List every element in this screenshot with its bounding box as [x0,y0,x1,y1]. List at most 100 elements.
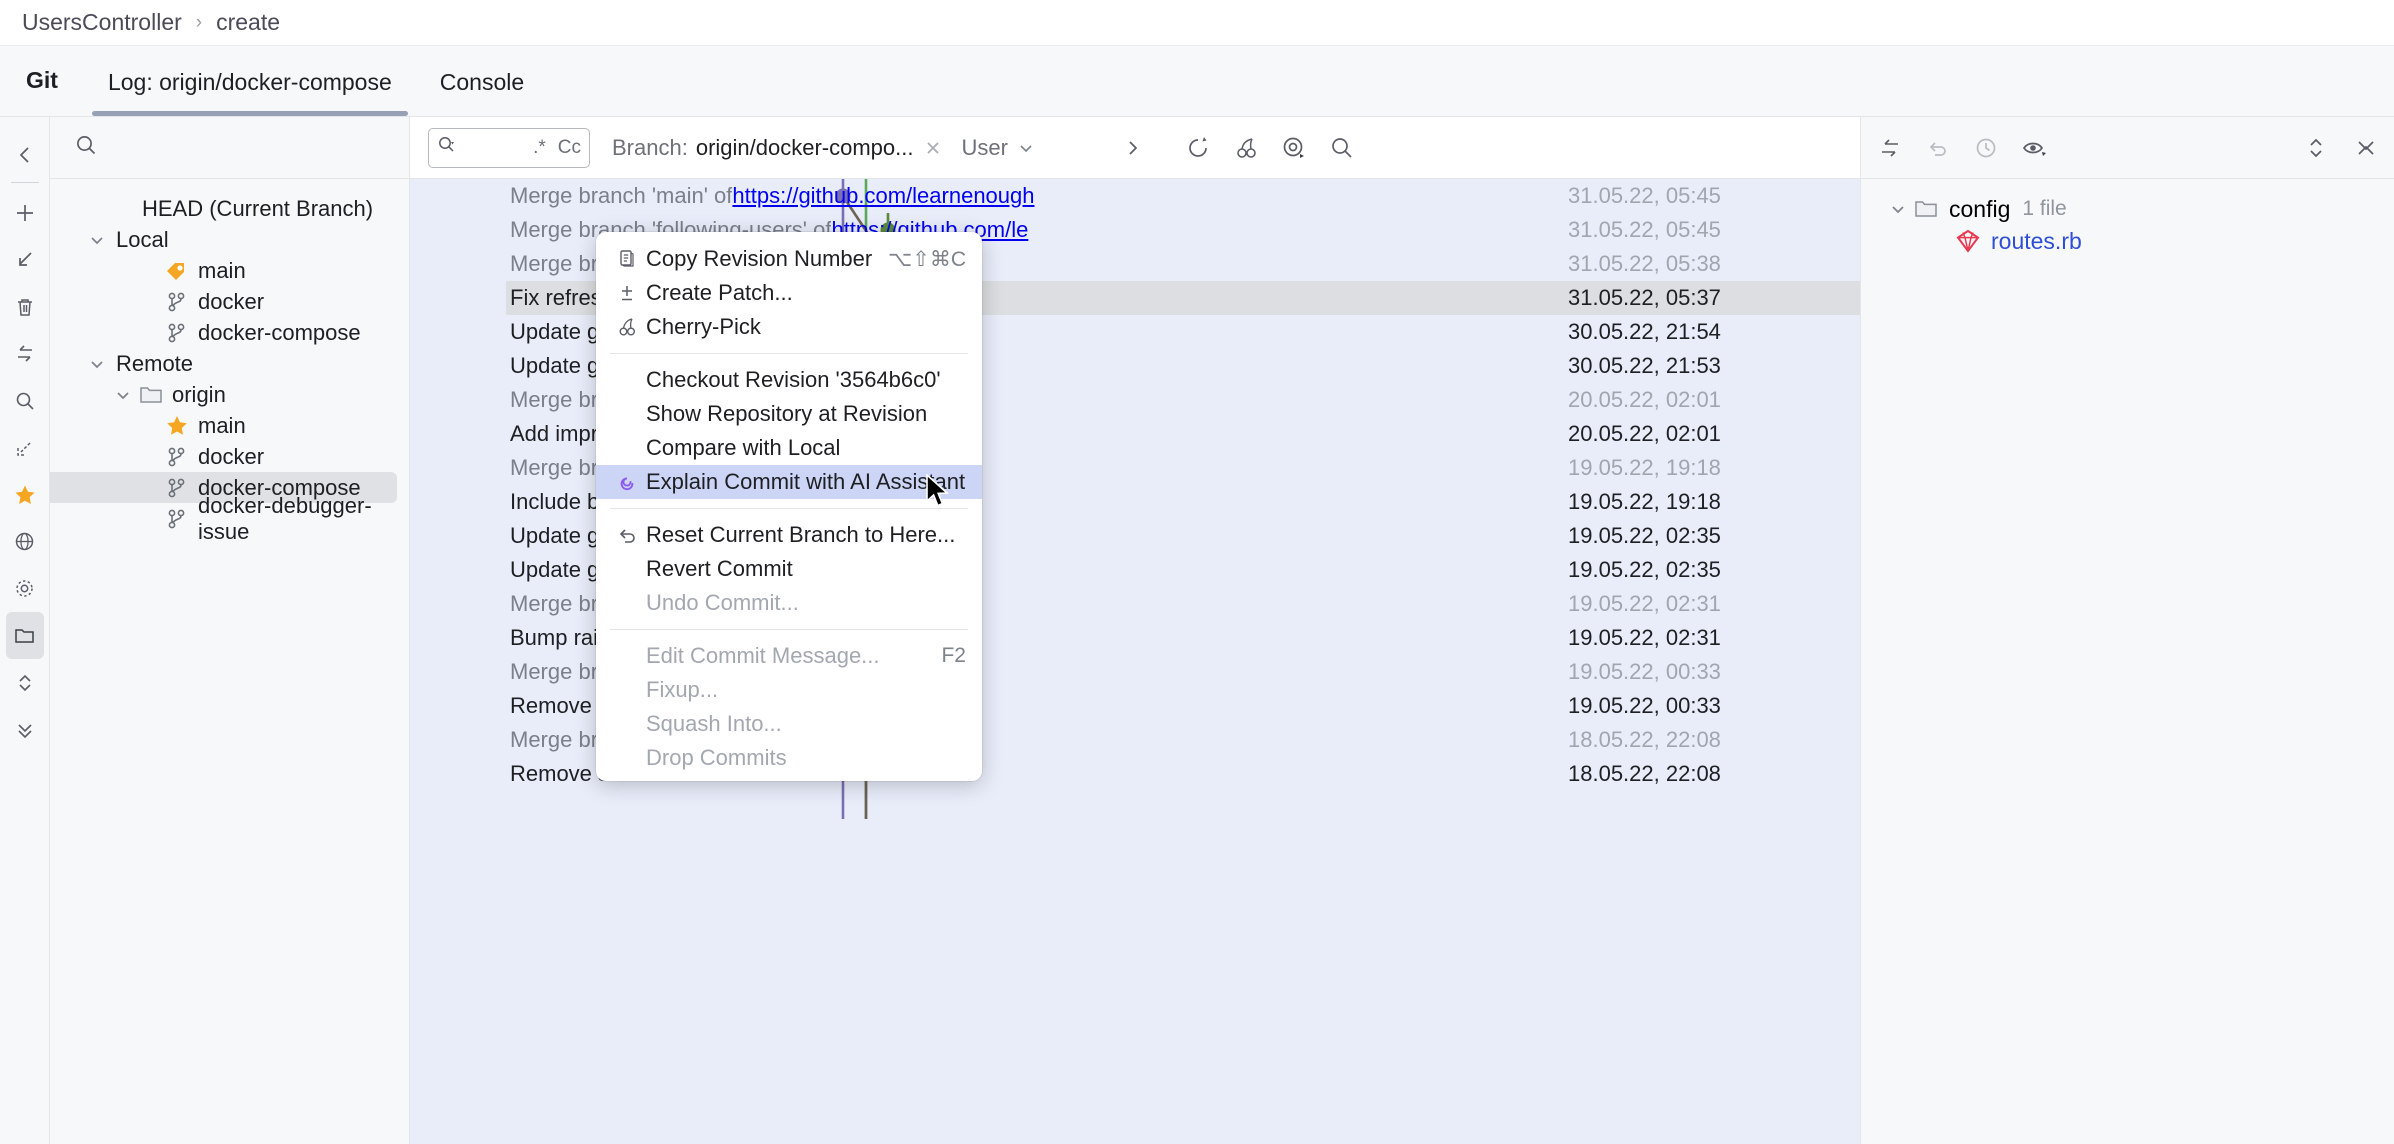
menu-separator [610,629,968,630]
menu-item-cherry-pick[interactable]: Cherry-Pick [596,310,982,344]
commit-message-cell: Merge branch 'main' of https://github.co… [506,179,1860,213]
settings-gear-icon[interactable] [6,565,44,612]
chevron-down-icon[interactable] [84,355,110,373]
commit-date: 19.05.22, 02:31 [1568,591,1721,616]
find-icon[interactable] [1329,135,1355,161]
menu-item-label: Squash Into... [646,711,782,736]
branch-tree-item-main[interactable]: main [50,410,409,441]
branch-search-row[interactable] [50,117,409,179]
commit-date: 31.05.22, 05:38 [1568,251,1721,276]
chevron-down-icon[interactable] [84,231,110,249]
menu-item-label: Revert Commit [646,556,793,581]
branch-tree-item-docker-debugger-issue[interactable]: docker-debugger-issue [50,493,409,544]
changed-file-row[interactable]: config 1 file [1861,193,2394,225]
commit-date: 18.05.22, 22:08 [1568,727,1721,752]
branch-tree: HEAD (Current Branch) Local main docker dock… [50,179,409,544]
tab-log[interactable]: Log: origin/docker-compose [84,69,416,116]
collapse-all-icon[interactable] [6,706,44,753]
history-icon[interactable] [1973,135,1999,161]
delete-icon[interactable] [6,283,44,330]
menu-item-copy-revision-number[interactable]: Copy Revision Number ⌥⇧⌘C [596,242,982,276]
swap-icon[interactable] [1877,135,1903,161]
chevron-down-icon[interactable] [1885,200,1911,218]
chevron-down-icon[interactable] [1017,139,1035,157]
menu-item-reset-current-branch-to-here[interactable]: Reset Current Branch to Here... [596,518,982,552]
commit-date: 20.05.22, 02:01 [1568,421,1721,446]
expand-diagonal-icon[interactable] [6,424,44,471]
menu-item-squash-into: Squash Into... [596,707,982,741]
expand-all-icon[interactable] [6,659,44,706]
branch-search-input[interactable] [108,134,338,161]
menu-item-label: Undo Commit... [646,590,799,615]
menu-item-edit-commit-message: Edit Commit Message... F2 [596,639,982,673]
revert-icon[interactable] [1925,135,1951,161]
branch-filter-value[interactable]: origin/docker-compo... [696,135,914,161]
chevron-down-icon[interactable] [110,386,136,404]
menu-item-compare-with-local[interactable]: Compare with Local [596,431,982,465]
branch-tree-item-main[interactable]: main [50,255,409,286]
menu-item-label: Create Patch... [646,280,793,305]
refresh-icon[interactable] [1185,135,1211,161]
branches-folder-icon[interactable] [5,612,44,659]
branch-tree-item-local[interactable]: Local [50,224,409,255]
branch-tree-item-label: docker [198,288,265,314]
branch-tree-item-docker-compose[interactable]: docker-compose [50,317,409,348]
menu-item-checkout-revision-3564b6c0[interactable]: Checkout Revision '3564b6c0' [596,363,982,397]
show-details-icon[interactable] [1281,135,1307,161]
pull-icon[interactable] [6,236,44,283]
branch-tree-item-label: main [198,412,246,438]
branch-tree-item-head-current-branch[interactable]: HEAD (Current Branch) [50,193,409,224]
expand-collapse-icon[interactable] [2304,136,2328,160]
menu-item-label: Explain Commit with AI Assistant [646,469,966,494]
search-dropdown-icon[interactable] [437,135,457,160]
menu-item-create-patch[interactable]: Create Patch... [596,276,982,310]
menu-item-label: Reset Current Branch to Here... [646,522,956,547]
branch-tree-item-label: docker [198,443,265,469]
folder-icon [1911,196,1941,222]
branch-icon [162,506,192,532]
tab-console[interactable]: Console [416,69,548,116]
branch-icon [162,475,192,501]
cherry-pick-icon[interactable] [1233,135,1259,161]
git-toolwindow-tabbar: Git Log: origin/docker-compose Console [0,46,2394,117]
add-icon[interactable] [6,189,44,236]
menu-item-show-repository-at-revision[interactable]: Show Repository at Revision [596,397,982,431]
branch-tree-item-remote[interactable]: Remote [50,348,409,379]
chevron-right-icon[interactable] [1123,138,1143,158]
branch-tree-item-docker[interactable]: docker [50,286,409,317]
branch-tree-item-label: Local [116,226,169,252]
clear-branch-filter-icon[interactable] [923,138,943,158]
branch-tree-item-origin[interactable]: origin [50,379,409,410]
globe-icon[interactable] [6,518,44,565]
commit-message: Remove s [510,761,610,786]
collapse-left-icon[interactable] [6,131,44,178]
show-diff-icon[interactable] [2021,135,2049,161]
breadcrumb-leaf[interactable]: create [216,9,280,36]
commit-date: 19.05.22, 19:18 [1568,455,1721,480]
swap-icon[interactable] [6,330,44,377]
menu-separator [610,353,968,354]
commit-row[interactable]: Merge branch 'main' of https://github.co… [410,179,1860,213]
close-icon[interactable] [2354,136,2378,160]
menu-separator [610,508,968,509]
branch-filter-label: Branch: [612,134,688,160]
menu-item-label: Fixup... [646,677,719,702]
breadcrumb-root[interactable]: UsersController [22,9,182,36]
commit-message-link[interactable]: https://github.com/learnenough [732,183,1034,209]
user-filter-label[interactable]: User [961,135,1007,161]
commit-date: 19.05.22, 02:35 [1568,523,1721,548]
file-count-badge: 1 file [2022,197,2067,220]
branch-tree-item-label: origin [172,381,226,407]
changed-file-row[interactable]: routes.rb [1861,225,2394,257]
favorite-star-icon[interactable] [6,471,44,518]
commit-date: 31.05.22, 05:45 [1568,183,1721,208]
commit-date: 19.05.22, 00:33 [1568,693,1721,718]
regex-toggle[interactable]: .* [533,137,546,159]
log-search-box[interactable]: .* Cc [428,127,590,168]
search-icon[interactable] [6,377,44,424]
menu-item-drop-commits: Drop Commits [596,741,982,775]
log-toolbar: .* Cc Branch: origin/docker-compo... Use… [410,117,1860,179]
branch-tree-item-docker[interactable]: docker [50,441,409,472]
menu-item-revert-commit[interactable]: Revert Commit [596,552,982,586]
case-sensitive-toggle[interactable]: Cc [558,137,581,159]
